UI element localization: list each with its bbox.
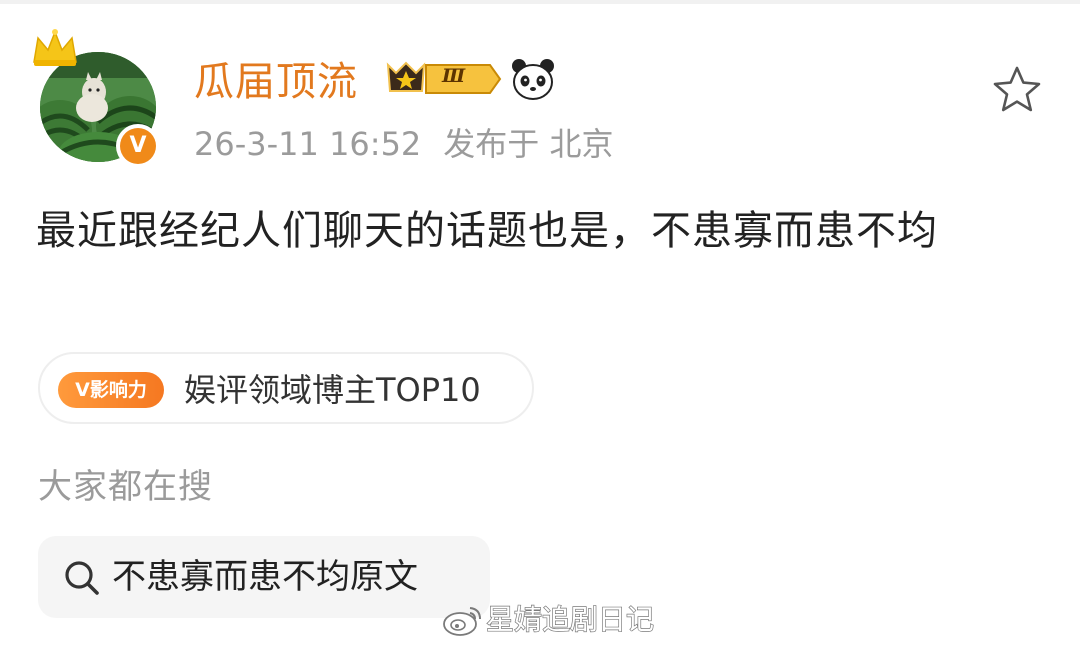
post-timestamp: 26-3-11 16:52 <box>194 125 422 163</box>
watermark-text: 星婧追剧日记 <box>485 602 655 636</box>
panda-icon <box>512 59 554 100</box>
trending-search-chip[interactable]: 不患寡而患不均原文 <box>38 536 490 618</box>
verified-badge: V <box>116 124 160 168</box>
post-text: 最近跟经纪人们聊天的话题也是，不患寡而患不均 <box>36 208 938 254</box>
search-icon <box>65 561 99 595</box>
weibo-post-card: V 瓜届顶流 Ⅲ 26-3-11 16:52 发布于 北京 最近跟经纪人们聊天的话… <box>0 0 1080 646</box>
trending-search-query: 不患寡而患不均原文 <box>112 557 418 597</box>
crown-icon <box>33 29 77 66</box>
verified-mark: V <box>120 128 156 164</box>
username[interactable]: 瓜届顶流 <box>194 56 358 108</box>
influence-pill: V影响力 <box>58 372 164 408</box>
trending-search-label: 大家都在搜 <box>38 467 213 507</box>
star-outline-icon[interactable] <box>990 64 1044 116</box>
weibo-logo-icon <box>443 607 481 636</box>
watermark: 星婧追剧日记 <box>440 598 670 642</box>
level-number: Ⅲ <box>442 65 466 87</box>
post-meta: 26-3-11 16:52 发布于 北京 <box>194 122 613 166</box>
post-location: 发布于 北京 <box>443 125 614 163</box>
influence-tag-text: 娱评领域博主TOP10 <box>184 371 481 409</box>
influence-tag[interactable]: V影响力 娱评领域博主TOP10 <box>38 352 534 424</box>
level-badge-icon[interactable]: Ⅲ <box>386 59 502 99</box>
